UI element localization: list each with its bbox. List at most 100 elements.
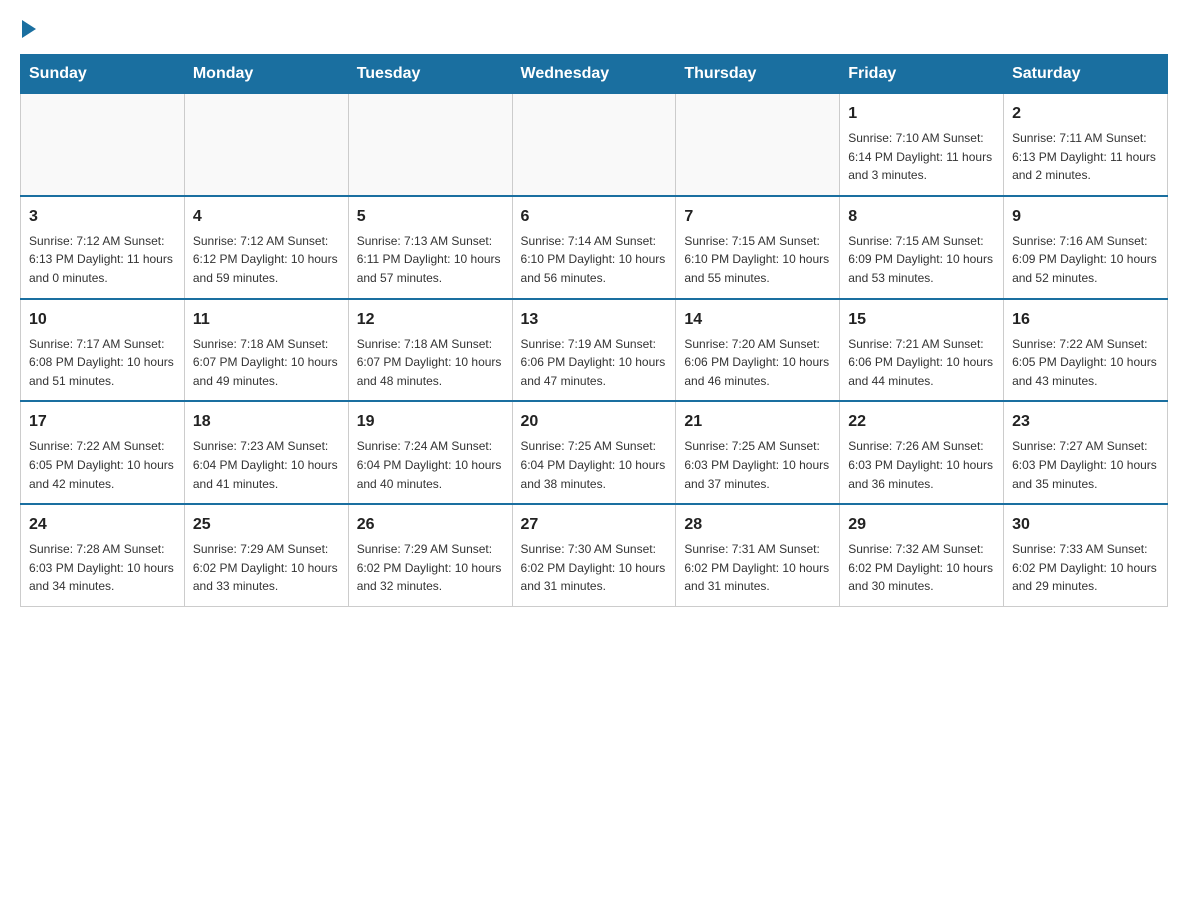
logo-triangle-icon [22,20,36,38]
day-info: Sunrise: 7:20 AM Sunset: 6:06 PM Dayligh… [684,335,831,391]
day-info: Sunrise: 7:29 AM Sunset: 6:02 PM Dayligh… [357,540,504,596]
weekday-header-tuesday: Tuesday [348,55,512,94]
page-header [20,20,1168,34]
week-row-2: 3Sunrise: 7:12 AM Sunset: 6:13 PM Daylig… [21,196,1168,299]
calendar-cell: 22 Sunrise: 7:26 AM Sunset: 6:03 PM Dayli… [840,401,1004,504]
day-number: 20 [521,410,668,434]
day-info: Sunrise: 7:31 AM Sunset: 6:02 PM Dayligh… [684,540,831,596]
day-info: Sunrise: 7:28 AM Sunset: 6:03 PM Dayligh… [29,540,176,596]
day-number: 23 [1012,410,1159,434]
day-info: Sunrise: 7:12 AM Sunset: 6:13 PM Dayligh… [29,232,176,288]
day-info: Sunrise: 7:18 AM Sunset: 6:07 PM Dayligh… [193,335,340,391]
day-number: 11 [193,308,340,332]
day-number: 25 [193,513,340,537]
day-info: Sunrise: 7:15 AM Sunset: 6:09 PM Dayligh… [848,232,995,288]
day-number: 27 [521,513,668,537]
day-number: 17 [29,410,176,434]
calendar-cell: 28 Sunrise: 7:31 AM Sunset: 6:02 PM Dayli… [676,504,840,606]
day-info: Sunrise: 7:25 AM Sunset: 6:04 PM Dayligh… [521,437,668,493]
calendar-cell: 26 Sunrise: 7:29 AM Sunset: 6:02 PM Dayli… [348,504,512,606]
calendar-cell: 29 Sunrise: 7:32 AM Sunset: 6:02 PM Dayli… [840,504,1004,606]
day-number: 29 [848,513,995,537]
calendar-cell: 11 Sunrise: 7:18 AM Sunset: 6:07 PM Dayli… [184,299,348,402]
day-number: 26 [357,513,504,537]
week-row-1: 1 Sunrise: 7:10 AM Sunset: 6:14 PM Daylig… [21,94,1168,196]
calendar-cell [676,94,840,196]
day-info: Sunrise: 7:33 AM Sunset: 6:02 PM Dayligh… [1012,540,1159,596]
weekday-header-row: SundayMondayTuesdayWednesdayThursdayFrid… [21,55,1168,94]
day-info: Sunrise: 7:16 AM Sunset: 6:09 PM Dayligh… [1012,232,1159,288]
day-number: 30 [1012,513,1159,537]
day-number: 13 [521,308,668,332]
day-number: 12 [357,308,504,332]
day-number: 15 [848,308,995,332]
day-info: Sunrise: 7:27 AM Sunset: 6:03 PM Dayligh… [1012,437,1159,493]
calendar-cell: 18 Sunrise: 7:23 AM Sunset: 6:04 PM Dayli… [184,401,348,504]
day-info: Sunrise: 7:22 AM Sunset: 6:05 PM Dayligh… [1012,335,1159,391]
day-number: 21 [684,410,831,434]
calendar-cell [184,94,348,196]
weekday-header-sunday: Sunday [21,55,185,94]
calendar-cell: 30 Sunrise: 7:33 AM Sunset: 6:02 PM Dayli… [1004,504,1168,606]
calendar-cell [21,94,185,196]
calendar-cell [512,94,676,196]
calendar-cell: 14Sunrise: 7:20 AM Sunset: 6:06 PM Dayli… [676,299,840,402]
day-number: 28 [684,513,831,537]
calendar-cell: 10Sunrise: 7:17 AM Sunset: 6:08 PM Dayli… [21,299,185,402]
logo [20,20,36,34]
day-info: Sunrise: 7:14 AM Sunset: 6:10 PM Dayligh… [521,232,668,288]
day-number: 7 [684,205,831,229]
day-number: 2 [1012,102,1159,126]
day-info: Sunrise: 7:11 AM Sunset: 6:13 PM Dayligh… [1012,129,1159,185]
calendar-table: SundayMondayTuesdayWednesdayThursdayFrid… [20,54,1168,607]
day-info: Sunrise: 7:32 AM Sunset: 6:02 PM Dayligh… [848,540,995,596]
day-number: 1 [848,102,995,126]
weekday-header-monday: Monday [184,55,348,94]
day-info: Sunrise: 7:24 AM Sunset: 6:04 PM Dayligh… [357,437,504,493]
weekday-header-friday: Friday [840,55,1004,94]
calendar-cell: 3Sunrise: 7:12 AM Sunset: 6:13 PM Daylig… [21,196,185,299]
calendar-cell: 13 Sunrise: 7:19 AM Sunset: 6:06 PM Dayli… [512,299,676,402]
day-number: 16 [1012,308,1159,332]
calendar-cell: 6 Sunrise: 7:14 AM Sunset: 6:10 PM Daylig… [512,196,676,299]
day-info: Sunrise: 7:19 AM Sunset: 6:06 PM Dayligh… [521,335,668,391]
calendar-cell: 27 Sunrise: 7:30 AM Sunset: 6:02 PM Dayli… [512,504,676,606]
day-info: Sunrise: 7:15 AM Sunset: 6:10 PM Dayligh… [684,232,831,288]
calendar-cell: 15 Sunrise: 7:21 AM Sunset: 6:06 PM Dayli… [840,299,1004,402]
calendar-cell: 19 Sunrise: 7:24 AM Sunset: 6:04 PM Dayli… [348,401,512,504]
day-info: Sunrise: 7:10 AM Sunset: 6:14 PM Dayligh… [848,129,995,185]
day-info: Sunrise: 7:26 AM Sunset: 6:03 PM Dayligh… [848,437,995,493]
calendar-cell: 16 Sunrise: 7:22 AM Sunset: 6:05 PM Dayli… [1004,299,1168,402]
weekday-header-saturday: Saturday [1004,55,1168,94]
day-info: Sunrise: 7:30 AM Sunset: 6:02 PM Dayligh… [521,540,668,596]
calendar-cell: 25 Sunrise: 7:29 AM Sunset: 6:02 PM Dayli… [184,504,348,606]
calendar-cell: 23 Sunrise: 7:27 AM Sunset: 6:03 PM Dayli… [1004,401,1168,504]
day-info: Sunrise: 7:17 AM Sunset: 6:08 PM Dayligh… [29,335,176,391]
calendar-cell: 7 Sunrise: 7:15 AM Sunset: 6:10 PM Daylig… [676,196,840,299]
day-number: 6 [521,205,668,229]
weekday-header-thursday: Thursday [676,55,840,94]
calendar-cell: 17Sunrise: 7:22 AM Sunset: 6:05 PM Dayli… [21,401,185,504]
day-number: 18 [193,410,340,434]
weekday-header-wednesday: Wednesday [512,55,676,94]
day-info: Sunrise: 7:23 AM Sunset: 6:04 PM Dayligh… [193,437,340,493]
day-number: 5 [357,205,504,229]
day-info: Sunrise: 7:13 AM Sunset: 6:11 PM Dayligh… [357,232,504,288]
calendar-cell: 24Sunrise: 7:28 AM Sunset: 6:03 PM Dayli… [21,504,185,606]
day-number: 4 [193,205,340,229]
day-info: Sunrise: 7:25 AM Sunset: 6:03 PM Dayligh… [684,437,831,493]
day-number: 19 [357,410,504,434]
calendar-cell: 9Sunrise: 7:16 AM Sunset: 6:09 PM Daylig… [1004,196,1168,299]
day-info: Sunrise: 7:21 AM Sunset: 6:06 PM Dayligh… [848,335,995,391]
week-row-3: 10Sunrise: 7:17 AM Sunset: 6:08 PM Dayli… [21,299,1168,402]
week-row-4: 17Sunrise: 7:22 AM Sunset: 6:05 PM Dayli… [21,401,1168,504]
day-info: Sunrise: 7:29 AM Sunset: 6:02 PM Dayligh… [193,540,340,596]
calendar-cell: 4 Sunrise: 7:12 AM Sunset: 6:12 PM Daylig… [184,196,348,299]
calendar-cell: 5 Sunrise: 7:13 AM Sunset: 6:11 PM Daylig… [348,196,512,299]
calendar-cell [348,94,512,196]
day-info: Sunrise: 7:12 AM Sunset: 6:12 PM Dayligh… [193,232,340,288]
day-number: 8 [848,205,995,229]
calendar-cell: 8 Sunrise: 7:15 AM Sunset: 6:09 PM Daylig… [840,196,1004,299]
day-number: 22 [848,410,995,434]
week-row-5: 24Sunrise: 7:28 AM Sunset: 6:03 PM Dayli… [21,504,1168,606]
